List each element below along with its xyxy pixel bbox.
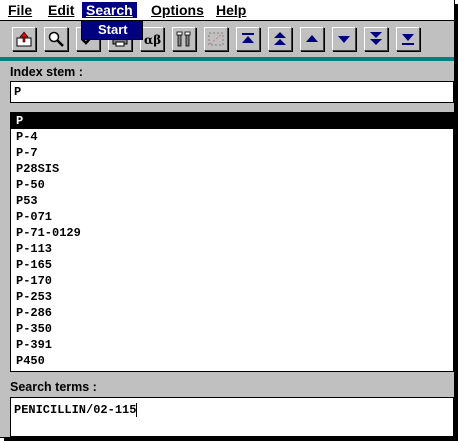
menu-options-label: Options [151,2,204,18]
app-window: File Edit Search Options Help Start αβ I… [0,0,455,438]
list-item[interactable]: P28SIS [11,161,453,177]
first-page-icon [242,33,254,43]
index-stem-input[interactable]: P [10,81,454,103]
index-stem-label: Index stem : [10,65,83,79]
last-page-icon [402,34,414,45]
search-terms-input[interactable]: PENICILLIN/02-115 [10,397,454,437]
alpha-beta-icon: αβ [144,33,161,47]
list-item[interactable]: P-7 [11,145,453,161]
list-item[interactable]: P-391 [11,337,453,353]
magnifier-icon [48,31,64,47]
menu-edit-label: Edit [48,2,75,18]
tools-button[interactable] [172,27,196,51]
list-item[interactable]: P [11,113,453,129]
menu-search[interactable]: Search [82,2,137,18]
alpha-beta-button[interactable]: αβ [140,27,164,51]
menu-option-start[interactable]: Start [98,22,128,37]
list-item[interactable]: P-253 [11,289,453,305]
menu-help-label: Help [216,2,247,18]
tools-icon [176,31,191,47]
line-down-icon [338,36,350,43]
svg-text:αβ: αβ [144,33,161,47]
menu-file-label: File [8,2,33,18]
dotted-box-button[interactable] [204,27,228,51]
export-icon [16,31,32,47]
page-down-button[interactable] [364,27,388,51]
index-stem-value: P [14,85,22,99]
list-item[interactable]: P-170 [11,273,453,289]
menu-search-label: Search [86,2,133,18]
accent-divider [0,57,454,61]
menu-help[interactable]: Help [216,2,246,18]
toolbar: αβ [0,21,454,57]
list-item[interactable]: P-50 [11,177,453,193]
page-up-icon [274,32,286,45]
menu-options[interactable]: Options [151,2,204,18]
list-item[interactable]: P-71-0129 [11,225,453,241]
line-up-icon [306,35,318,42]
search-terms-value: PENICILLIN/02-115 [14,403,138,418]
dotted-box-icon [208,32,224,46]
list-item[interactable]: P-350 [11,321,453,337]
list-item[interactable]: P-4 [11,129,453,145]
export-button[interactable] [12,27,36,51]
page-down-icon [370,32,382,45]
line-up-button[interactable] [300,27,324,51]
list-item[interactable]: P-071 [11,209,453,225]
search-dropdown-menu: Start [81,20,143,40]
menu-bar: File Edit Search Options Help [0,0,454,21]
list-item[interactable]: P-113 [11,241,453,257]
search-terms-label: Search terms : [10,380,97,394]
page-up-button[interactable] [268,27,292,51]
menu-edit[interactable]: Edit [48,2,74,18]
list-item[interactable]: P-165 [11,257,453,273]
last-page-button[interactable] [396,27,420,51]
search-terms-text: PENICILLIN/02-115 [14,403,137,418]
line-down-button[interactable] [332,27,356,51]
list-item[interactable]: P53 [11,193,453,209]
list-item[interactable]: P-286 [11,305,453,321]
menu-file[interactable]: File [8,2,32,18]
text-caret [136,403,138,417]
search-button[interactable] [44,27,68,51]
list-item[interactable]: P450 [11,353,453,369]
index-list[interactable]: P P-4 P-7 P28SIS P-50 P53 P-071 P-71-0129 P-113 P… [10,112,454,372]
first-page-button[interactable] [236,27,260,51]
